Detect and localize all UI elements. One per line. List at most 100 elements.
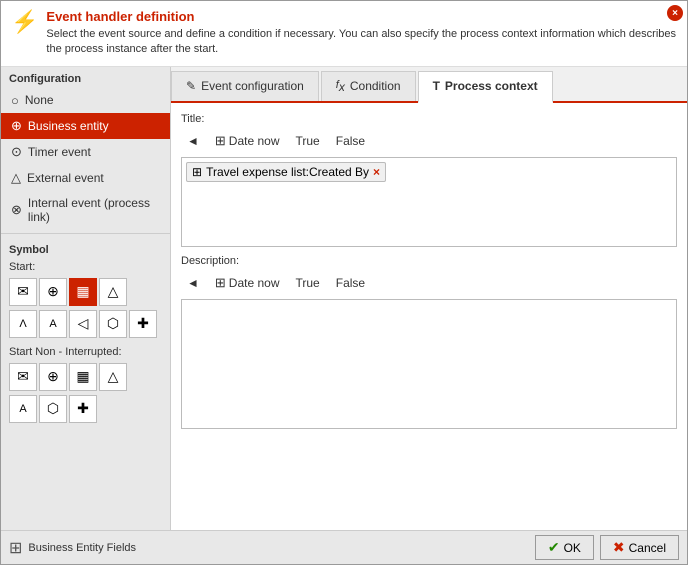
ni-symbol-plus[interactable]: ✚	[69, 395, 97, 423]
title-false-label: False	[336, 134, 365, 148]
title-arrow-btn[interactable]: ◄	[181, 132, 205, 150]
dialog-title: Event handler definition	[46, 9, 677, 24]
symbol-label: Symbol	[1, 238, 170, 259]
title-tag-icon: ⊞	[192, 165, 202, 179]
title-date-icon: ⊞	[215, 133, 226, 149]
sidebar-item-timer-event[interactable]: ⊙ Timer event	[1, 139, 170, 165]
ni-symbol-gear[interactable]: ⊕	[39, 363, 67, 391]
header-text: Event handler definition Select the even…	[46, 9, 677, 58]
start-symbol-mail[interactable]: ✉	[9, 278, 37, 306]
dialog-description: Select the event source and define a con…	[46, 27, 677, 58]
dialog-body: Configuration ○ None ⊕ Business entity ⊙…	[1, 67, 687, 530]
start-symbol-lambda[interactable]: Λ	[9, 310, 37, 338]
cancel-label: Cancel	[629, 541, 666, 555]
title-true-label: True	[296, 134, 320, 148]
sidebar-item-internal-event[interactable]: ⊗ Internal event (process link)	[1, 191, 170, 229]
start-symbol-plus[interactable]: ✚	[129, 310, 157, 338]
sidebar-item-business-entity[interactable]: ⊕ Business entity	[1, 113, 170, 139]
dialog-header: ⚡ Event handler definition Select the ev…	[1, 1, 687, 67]
sidebar-item-timer-label: Timer event	[28, 145, 91, 159]
description-false-btn[interactable]: False	[330, 274, 371, 292]
title-false-btn[interactable]: False	[330, 132, 371, 150]
start-symbol-gear[interactable]: ⊕	[39, 278, 67, 306]
description-false-label: False	[336, 276, 365, 290]
description-true-btn[interactable]: True	[290, 274, 326, 292]
process-context-icon: T	[433, 79, 440, 93]
description-arrow-btn[interactable]: ◄	[181, 274, 205, 292]
start-symbol-triangle[interactable]: △	[99, 278, 127, 306]
title-tag-label: Travel expense list:Created By	[206, 165, 369, 179]
business-entity-icon: ⊕	[11, 118, 22, 134]
tab-condition-label: Condition	[350, 79, 401, 93]
ok-button[interactable]: ✔ OK	[535, 535, 594, 560]
title-toolbar: ◄ ⊞ Date now True False	[181, 129, 677, 153]
none-icon: ○	[11, 93, 19, 108]
title-arrow-icon: ◄	[187, 134, 199, 148]
sidebar-item-internal-label: Internal event (process link)	[28, 196, 162, 224]
ok-check-icon: ✔	[548, 539, 560, 556]
start-symbol-a[interactable]: A	[39, 310, 67, 338]
tab-process-context-label: Process context	[445, 79, 538, 93]
footer-buttons: ✔ OK ✖ Cancel	[535, 535, 679, 560]
start-symbols-row2: Λ A ◁ ⬡ ✚	[1, 308, 170, 340]
title-field-section: Title: ◄ ⊞ Date now True Fal	[181, 113, 677, 247]
configuration-label: Configuration	[1, 67, 170, 88]
start-ni-symbols-row1: ✉ ⊕ ▦ △	[1, 361, 170, 393]
sidebar-item-external-label: External event	[27, 171, 104, 185]
tab-process-context[interactable]: T Process context	[418, 71, 553, 103]
internal-icon: ⊗	[11, 202, 22, 218]
ni-symbol-triangle[interactable]: △	[99, 363, 127, 391]
condition-icon: fx	[336, 79, 345, 94]
event-handler-dialog: ⚡ Event handler definition Select the ev…	[0, 0, 688, 565]
sidebar-item-none-label: None	[25, 93, 54, 107]
title-tag: ⊞ Travel expense list:Created By ×	[186, 162, 386, 182]
title-date-now-btn[interactable]: ⊞ Date now	[209, 131, 286, 151]
title-tag-remove[interactable]: ×	[373, 165, 380, 179]
description-field-box[interactable]	[181, 299, 677, 429]
timer-icon: ⊙	[11, 144, 22, 160]
description-arrow-icon: ◄	[187, 276, 199, 290]
main-content: ✎ Event configuration fx Condition T Pro…	[171, 67, 687, 530]
start-label: Start:	[1, 259, 170, 276]
start-symbol-grid[interactable]: ▦	[69, 278, 97, 306]
sidebar-divider	[1, 233, 170, 234]
title-field-box[interactable]: ⊞ Travel expense list:Created By ×	[181, 157, 677, 247]
description-date-now-label: Date now	[229, 276, 280, 290]
lightning-icon: ⚡	[11, 11, 38, 33]
cancel-button[interactable]: ✖ Cancel	[600, 535, 679, 560]
start-ni-label: Start Non - Interrupted:	[1, 340, 170, 361]
ni-symbol-hex[interactable]: ⬡	[39, 395, 67, 423]
ni-symbol-a[interactable]: A	[9, 395, 37, 423]
ok-label: OK	[564, 541, 581, 555]
tabs: ✎ Event configuration fx Condition T Pro…	[171, 67, 687, 103]
description-label: Description:	[181, 255, 677, 267]
title-true-btn[interactable]: True	[290, 132, 326, 150]
cancel-x-icon: ✖	[613, 539, 625, 556]
start-symbol-hex[interactable]: ⬡	[99, 310, 127, 338]
tab-event-configuration[interactable]: ✎ Event configuration	[171, 71, 319, 101]
title-date-now-label: Date now	[229, 134, 280, 148]
footer-fields-button[interactable]: ⊞ Business Entity Fields	[9, 538, 535, 558]
description-true-label: True	[296, 276, 320, 290]
ni-symbol-grid[interactable]: ▦	[69, 363, 97, 391]
description-date-icon: ⊞	[215, 275, 226, 291]
event-config-icon: ✎	[186, 79, 196, 93]
start-ni-symbols-row2: A ⬡ ✚	[1, 393, 170, 425]
sidebar-item-none[interactable]: ○ None	[1, 88, 170, 113]
tab-content-process-context: Title: ◄ ⊞ Date now True Fal	[171, 103, 687, 530]
sidebar: Configuration ○ None ⊕ Business entity ⊙…	[1, 67, 171, 530]
tab-condition[interactable]: fx Condition	[321, 71, 416, 101]
dialog-footer: ⊞ Business Entity Fields ✔ OK ✖ Cancel	[1, 530, 687, 564]
start-symbol-back[interactable]: ◁	[69, 310, 97, 338]
description-field-section: Description: ◄ ⊞ Date now True	[181, 255, 677, 429]
description-toolbar: ◄ ⊞ Date now True False	[181, 271, 677, 295]
close-button[interactable]: ×	[667, 5, 683, 21]
ni-symbol-mail[interactable]: ✉	[9, 363, 37, 391]
sidebar-item-external-event[interactable]: △ External event	[1, 165, 170, 191]
title-label: Title:	[181, 113, 677, 125]
external-icon: △	[11, 170, 21, 186]
description-date-now-btn[interactable]: ⊞ Date now	[209, 273, 286, 293]
footer-label: Business Entity Fields	[28, 542, 136, 554]
sidebar-item-business-entity-label: Business entity	[28, 119, 109, 133]
start-symbols-row1: ✉ ⊕ ▦ △	[1, 276, 170, 308]
